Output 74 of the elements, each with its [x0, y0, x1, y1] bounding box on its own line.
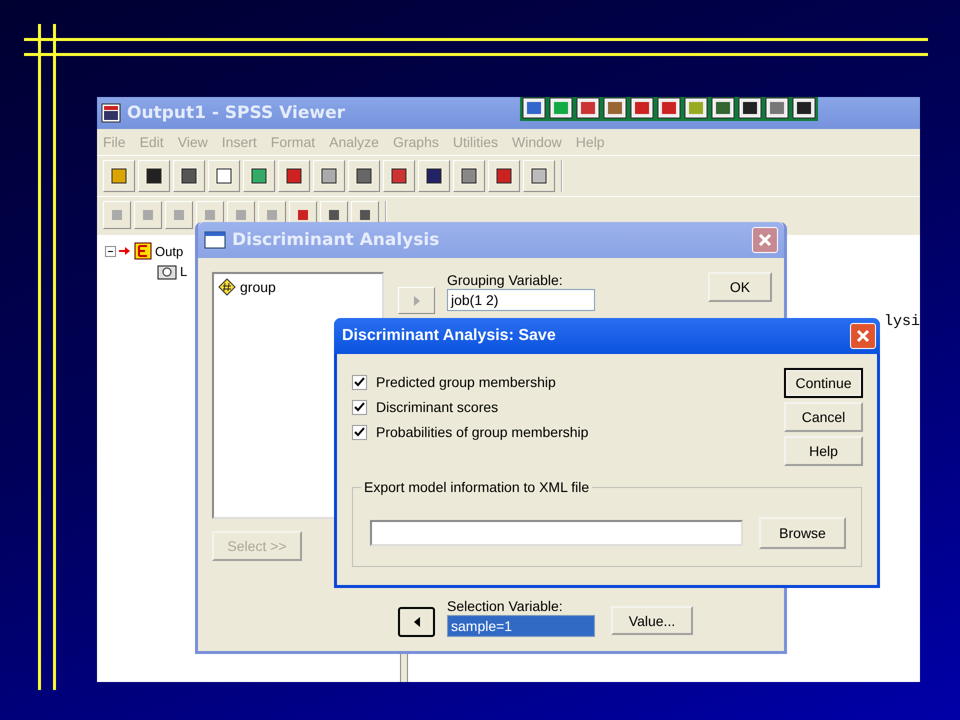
check-icon: [354, 402, 365, 412]
program-icon[interactable]: [630, 97, 654, 119]
toolbar-button[interactable]: [103, 160, 135, 192]
dialog-button[interactable]: Continue: [784, 368, 863, 398]
ok-button[interactable]: OK: [708, 272, 772, 302]
toolbar-button[interactable]: [278, 160, 310, 192]
field-label: Grouping Variable:: [447, 272, 564, 289]
browse-button[interactable]: Browse: [759, 517, 846, 549]
program-icon[interactable]: [792, 97, 816, 119]
check-icon: [354, 376, 365, 388]
left-triangle-icon: [412, 616, 422, 628]
square-icon: [249, 166, 269, 186]
square-icon: [459, 166, 479, 186]
square-icon: [179, 166, 199, 186]
window-icon: [204, 231, 226, 249]
square-icon: [109, 166, 129, 186]
collapse-icon[interactable]: [105, 246, 116, 256]
dialog-title: Discriminant Analysis: [232, 230, 440, 250]
square-icon: [214, 166, 234, 186]
program-icon[interactable]: [711, 97, 735, 119]
close-button[interactable]: [752, 227, 778, 253]
square-icon: [389, 166, 409, 186]
program-icon[interactable]: [603, 97, 627, 119]
toolbar-button[interactable]: [453, 160, 485, 192]
square-icon: [144, 166, 164, 186]
tree-item[interactable]: L: [180, 264, 188, 278]
output-text: lysi: [884, 313, 920, 330]
toolbar-button[interactable]: [208, 160, 240, 192]
program-icon[interactable]: [657, 97, 681, 119]
toolbar-button[interactable]: [173, 160, 205, 192]
tree-item[interactable]: Outp: [155, 244, 184, 258]
program-icon[interactable]: [684, 97, 708, 119]
program-icon[interactable]: [576, 97, 600, 119]
field-label: Selection Variable:: [447, 598, 564, 615]
checkbox[interactable]: [352, 424, 367, 440]
square-icon: [424, 166, 444, 186]
toolbar-button[interactable]: [348, 160, 380, 192]
arrow-icon: [119, 245, 131, 257]
close-icon: [856, 329, 870, 343]
toolbar-button[interactable]: [383, 160, 415, 192]
group-label: Export model information to XML file: [361, 479, 592, 495]
square-icon: [319, 166, 339, 186]
file-path-field[interactable]: [370, 520, 743, 546]
numeric-variable-icon: [218, 278, 236, 296]
toolbar-button[interactable]: [313, 160, 345, 192]
square-icon: [494, 166, 514, 186]
output-icon: [134, 242, 152, 260]
value-button[interactable]: Value...: [611, 606, 693, 635]
window-title: Output1 - SPSS Viewer: [127, 103, 345, 123]
toolbar-button[interactable]: [523, 160, 555, 192]
variable-item[interactable]: group: [240, 279, 276, 295]
toolbar-button[interactable]: [243, 160, 275, 192]
right-triangle-icon: [412, 294, 422, 306]
square-icon: [529, 166, 549, 186]
toolbar-button[interactable]: [488, 160, 520, 192]
dialog-button[interactable]: Cancel: [784, 402, 863, 432]
program-icon[interactable]: [549, 97, 573, 119]
check-icon: [354, 426, 365, 438]
checkbox[interactable]: [352, 400, 367, 414]
dialog-button[interactable]: Help: [784, 436, 863, 466]
square-icon: [354, 166, 374, 186]
toolbar-button[interactable]: [418, 160, 450, 192]
program-icon[interactable]: [765, 97, 789, 119]
program-icon[interactable]: [738, 97, 762, 119]
toolbar-button[interactable]: [138, 160, 170, 192]
square-icon: [284, 166, 304, 186]
close-icon: [758, 233, 772, 247]
selection-field[interactable]: sample=1: [447, 615, 595, 637]
close-button[interactable]: [850, 323, 876, 349]
move-button[interactable]: [398, 607, 435, 637]
grouping-field[interactable]: job(1 2): [447, 289, 595, 311]
checkbox[interactable]: [352, 374, 367, 390]
app-icon: [101, 103, 121, 123]
program-icon[interactable]: [522, 97, 546, 119]
